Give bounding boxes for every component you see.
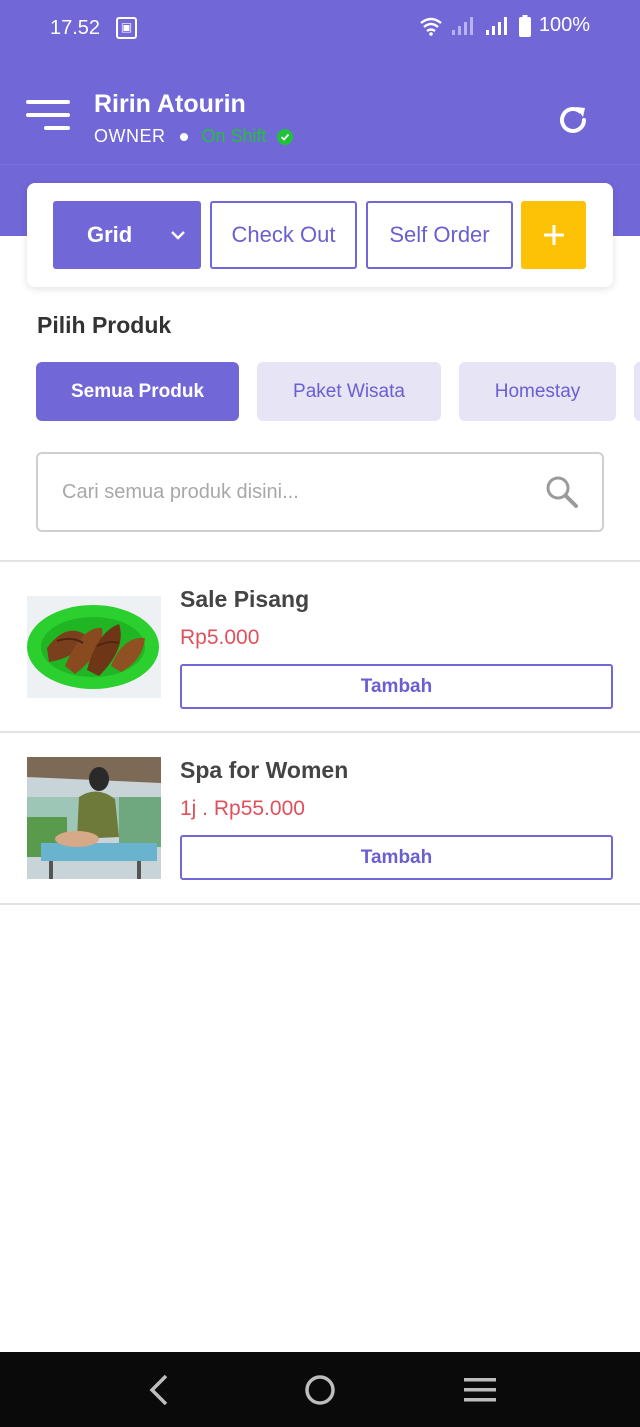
product-image-spa-for-women[interactable] — [27, 757, 161, 879]
product-name: Spa for Women — [180, 757, 349, 783]
chip-paket-wisata[interactable]: Paket Wisata — [257, 362, 441, 421]
divider — [0, 903, 640, 905]
self-order-button[interactable]: Self Order — [366, 201, 513, 269]
product-name: Sale Pisang — [180, 586, 310, 612]
search-icon[interactable] — [544, 474, 580, 510]
wifi-icon — [420, 17, 442, 36]
add-button[interactable] — [521, 201, 586, 269]
status-bar: 17.52 ▣ 100% — [0, 0, 640, 60]
battery-icon — [518, 14, 531, 37]
chip-homestay[interactable]: Homestay — [459, 362, 616, 421]
plus-icon — [543, 225, 564, 245]
hamburger-menu-icon[interactable] — [26, 98, 72, 132]
chip-next-partial[interactable] — [634, 362, 640, 421]
section-title: Pilih Produk — [37, 312, 172, 338]
cell-signal-icon — [451, 16, 473, 35]
status-time: 17.52 — [50, 17, 101, 39]
product-price: 1j . Rp55.000 — [180, 797, 305, 820]
chip-semua-produk[interactable]: Semua Produk — [36, 362, 239, 421]
product-price: Rp5.000 — [180, 626, 260, 649]
app-header: Ririn Atourin OWNER On Shift — [0, 60, 640, 164]
grid-label: Grid — [87, 222, 133, 247]
toolbar-card: Grid Check Out Self Order — [27, 183, 613, 287]
add-to-cart-button[interactable]: Tambah — [180, 664, 613, 709]
grid-view-dropdown[interactable]: Grid — [53, 201, 201, 269]
user-role: OWNER — [94, 126, 166, 146]
back-icon[interactable] — [140, 1370, 180, 1410]
gallery-notification-icon: ▣ — [116, 17, 137, 39]
separator-dot — [179, 132, 188, 141]
cell-signal-icon-2 — [485, 16, 507, 35]
check-circle-icon — [276, 128, 293, 145]
category-chips: Semua Produk Paket Wisata Homestay — [36, 362, 640, 422]
search-input[interactable] — [62, 472, 532, 512]
search-box — [36, 452, 604, 532]
add-to-cart-button[interactable]: Tambah — [180, 835, 613, 880]
user-name: Ririn Atourin — [94, 90, 246, 118]
checkout-button[interactable]: Check Out — [210, 201, 357, 269]
system-navigation-bar — [0, 1352, 640, 1427]
product-image-sale-pisang[interactable] — [27, 596, 161, 698]
battery-percentage: 100% — [538, 14, 590, 36]
product-item: Sale Pisang Rp5.000 Tambah — [0, 562, 640, 732]
recent-apps-icon[interactable] — [460, 1370, 500, 1410]
home-icon[interactable] — [300, 1370, 340, 1410]
product-item: Spa for Women 1j . Rp55.000 Tambah — [0, 733, 640, 903]
chevron-down-icon — [171, 231, 186, 240]
shift-status: On Shift — [201, 126, 267, 146]
user-role-row: OWNER On Shift — [94, 126, 293, 147]
refresh-icon[interactable] — [553, 100, 593, 140]
status-indicators: 100% — [419, 14, 590, 37]
